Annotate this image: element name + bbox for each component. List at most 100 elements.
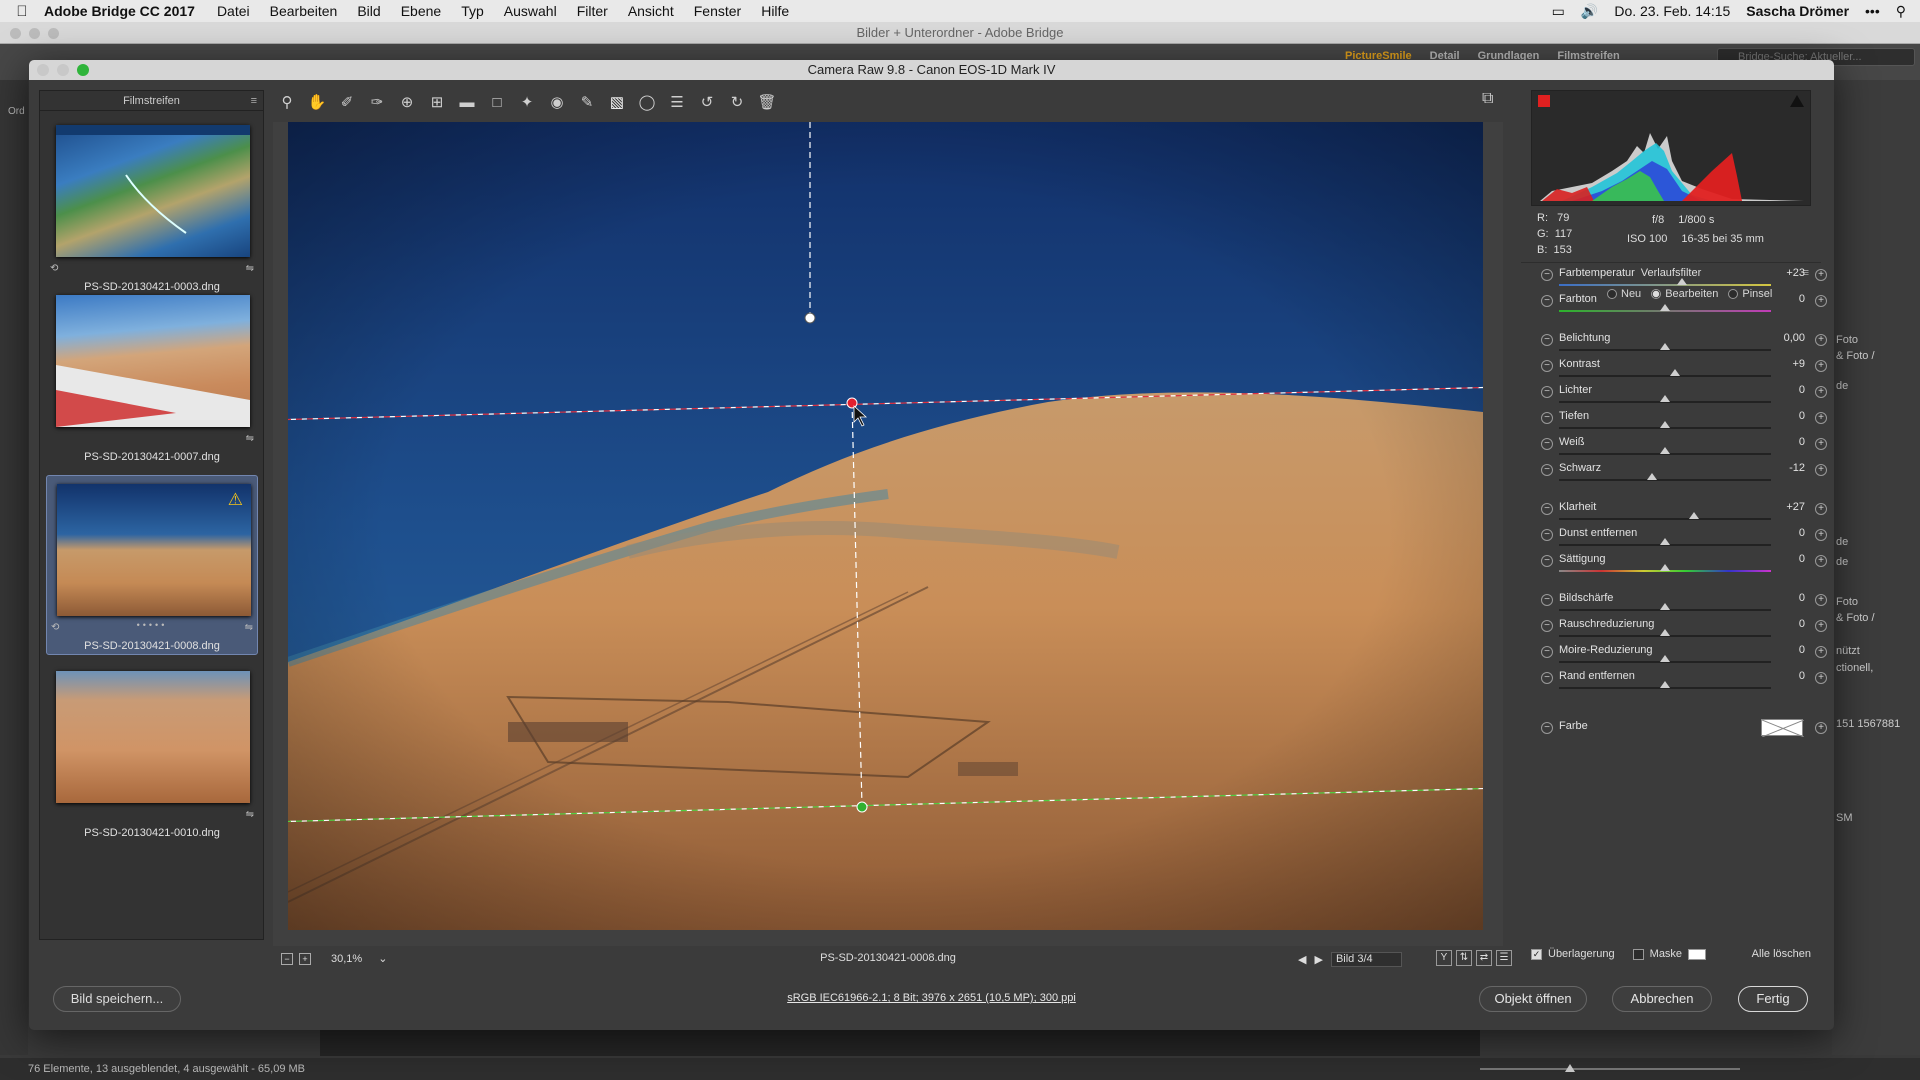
decrease-icon[interactable]: − bbox=[1541, 620, 1553, 632]
increase-icon[interactable]: + bbox=[1815, 555, 1827, 567]
zoom-window-icon[interactable] bbox=[48, 28, 59, 39]
trash-icon[interactable]: 🗑 bbox=[757, 93, 777, 111]
slider-handle[interactable] bbox=[1660, 629, 1670, 636]
slider-value[interactable]: 0 bbox=[1761, 384, 1805, 396]
menu-typ[interactable]: Typ bbox=[461, 3, 484, 19]
decrease-icon[interactable]: − bbox=[1541, 529, 1553, 541]
aerial-photo[interactable] bbox=[288, 122, 1483, 930]
slider-handle[interactable] bbox=[1660, 681, 1670, 688]
menubar-datetime[interactable]: Do. 23. Feb. 14:15 bbox=[1614, 3, 1730, 19]
more-icon[interactable]: ••• bbox=[1865, 3, 1880, 19]
slider-value[interactable]: 0 bbox=[1761, 618, 1805, 630]
slider-handle[interactable] bbox=[1660, 538, 1670, 545]
minimize-icon[interactable] bbox=[29, 28, 40, 39]
slider-handle[interactable] bbox=[1660, 564, 1670, 571]
decrease-icon[interactable]: − bbox=[1541, 594, 1553, 606]
filmstrip-item[interactable]: ⇋ PS-SD-20130421-0010.dng bbox=[46, 663, 258, 843]
toggle-defaults-icon[interactable]: ☰ bbox=[1496, 950, 1512, 966]
rating-dots[interactable]: ••••• bbox=[47, 620, 257, 630]
decrease-icon[interactable]: − bbox=[1541, 555, 1553, 567]
increase-icon[interactable]: + bbox=[1815, 386, 1827, 398]
rotate-icon[interactable]: ⟲ bbox=[50, 263, 58, 274]
slider-handle[interactable] bbox=[1688, 512, 1699, 519]
decrease-icon[interactable]: − bbox=[1541, 334, 1553, 346]
slider-handle[interactable] bbox=[1677, 278, 1687, 285]
color-sampler-icon[interactable]: ✑ bbox=[367, 93, 387, 111]
minimize-icon[interactable] bbox=[57, 64, 69, 76]
slider-value[interactable]: +23 bbox=[1761, 267, 1805, 279]
slider-value[interactable]: 0 bbox=[1761, 553, 1805, 565]
decrease-icon[interactable]: − bbox=[1541, 646, 1553, 658]
slider-value[interactable]: 0 bbox=[1761, 592, 1805, 604]
increase-icon[interactable]: + bbox=[1815, 672, 1827, 684]
cancel-button[interactable]: Abbrechen bbox=[1612, 986, 1712, 1012]
increase-icon[interactable]: + bbox=[1815, 594, 1827, 606]
menu-bearbeiten[interactable]: Bearbeiten bbox=[270, 3, 338, 19]
slider-value[interactable]: +9 bbox=[1761, 358, 1805, 370]
slider-track[interactable] bbox=[1559, 284, 1771, 286]
slider-value[interactable]: 0 bbox=[1761, 644, 1805, 656]
slider-value[interactable]: +27 bbox=[1761, 501, 1805, 513]
increase-icon[interactable]: + bbox=[1815, 722, 1827, 734]
increase-icon[interactable]: + bbox=[1815, 646, 1827, 658]
volume-icon[interactable]: 🔊 bbox=[1581, 3, 1598, 20]
adjustment-brush-icon[interactable]: ✎ bbox=[577, 93, 597, 111]
zoom-window-icon[interactable] bbox=[77, 64, 89, 76]
decrease-icon[interactable]: − bbox=[1541, 464, 1553, 476]
close-icon[interactable] bbox=[10, 28, 21, 39]
slider-value[interactable]: 0 bbox=[1761, 410, 1805, 422]
increase-icon[interactable]: + bbox=[1815, 295, 1827, 307]
menu-ansicht[interactable]: Ansicht bbox=[628, 3, 674, 19]
slider-handle[interactable] bbox=[1660, 343, 1670, 350]
slider-handle[interactable] bbox=[1660, 447, 1670, 454]
slider-handle[interactable] bbox=[1660, 603, 1670, 610]
slider-track[interactable] bbox=[1559, 375, 1771, 377]
app-menu[interactable]: Adobe Bridge CC 2017 bbox=[44, 3, 195, 19]
targeted-adjust-icon[interactable]: ⊕ bbox=[397, 93, 417, 111]
slider-value[interactable]: 0,00 bbox=[1761, 332, 1805, 344]
decrease-icon[interactable]: − bbox=[1541, 360, 1553, 372]
increase-icon[interactable]: + bbox=[1815, 412, 1827, 424]
slider-handle[interactable] bbox=[1660, 395, 1670, 402]
slider-handle[interactable] bbox=[1660, 304, 1670, 311]
prev-image-icon[interactable]: ◀ bbox=[1298, 953, 1306, 966]
radial-filter-icon[interactable]: ◯ bbox=[637, 93, 657, 111]
filmstrip-menu-icon[interactable]: ≡ bbox=[251, 91, 257, 111]
decrease-icon[interactable]: − bbox=[1541, 386, 1553, 398]
slider-handle[interactable] bbox=[1647, 473, 1658, 480]
graduated-filter-icon[interactable]: ▧ bbox=[607, 93, 627, 111]
rotate-left-icon[interactable]: ↺ bbox=[697, 93, 717, 111]
slider-value[interactable]: 0 bbox=[1761, 293, 1805, 305]
color-swatch[interactable] bbox=[1761, 719, 1805, 738]
next-image-icon[interactable]: ▶ bbox=[1314, 953, 1322, 966]
preview-photo[interactable] bbox=[288, 122, 1483, 930]
clear-all-button[interactable]: Alle löschen bbox=[1752, 948, 1811, 960]
hand-icon[interactable]: ✋ bbox=[307, 93, 327, 111]
done-button[interactable]: Fertig bbox=[1738, 986, 1808, 1012]
transform-icon[interactable]: □ bbox=[487, 94, 507, 111]
menu-fenster[interactable]: Fenster bbox=[694, 3, 741, 19]
filmstrip-item-selected[interactable]: ⚠ ⟲ ••••• ⇋ PS-SD-20130421-0008.dng bbox=[46, 475, 258, 655]
copy-settings-icon[interactable]: ⇄ bbox=[1476, 950, 1492, 966]
straighten-icon[interactable]: ▬ bbox=[457, 94, 477, 111]
mask-checkbox[interactable] bbox=[1632, 948, 1644, 960]
white-balance-icon[interactable]: ✐ bbox=[337, 93, 357, 111]
slider-value[interactable]: 0 bbox=[1761, 527, 1805, 539]
image-preview[interactable] bbox=[273, 122, 1503, 946]
increase-icon[interactable]: + bbox=[1815, 503, 1827, 515]
thumbnail-size-slider[interactable] bbox=[1480, 1064, 1740, 1072]
swap-settings-icon[interactable]: ⇅ bbox=[1456, 950, 1472, 966]
slider-handle[interactable] bbox=[1660, 421, 1670, 428]
increase-icon[interactable]: + bbox=[1815, 334, 1827, 346]
increase-icon[interactable]: + bbox=[1815, 620, 1827, 632]
crop-icon[interactable]: ⊞ bbox=[427, 93, 447, 111]
increase-icon[interactable]: + bbox=[1815, 529, 1827, 541]
preferences-icon[interactable]: ☰ bbox=[667, 93, 687, 111]
slider-value[interactable]: 0 bbox=[1761, 670, 1805, 682]
menu-bild[interactable]: Bild bbox=[357, 3, 380, 19]
slider-handle[interactable] bbox=[1660, 655, 1670, 662]
menu-datei[interactable]: Datei bbox=[217, 3, 250, 19]
fullscreen-icon[interactable]: ⧉ bbox=[1482, 90, 1493, 108]
red-eye-icon[interactable]: ◉ bbox=[547, 93, 567, 111]
apple-icon[interactable]:  bbox=[0, 3, 44, 20]
